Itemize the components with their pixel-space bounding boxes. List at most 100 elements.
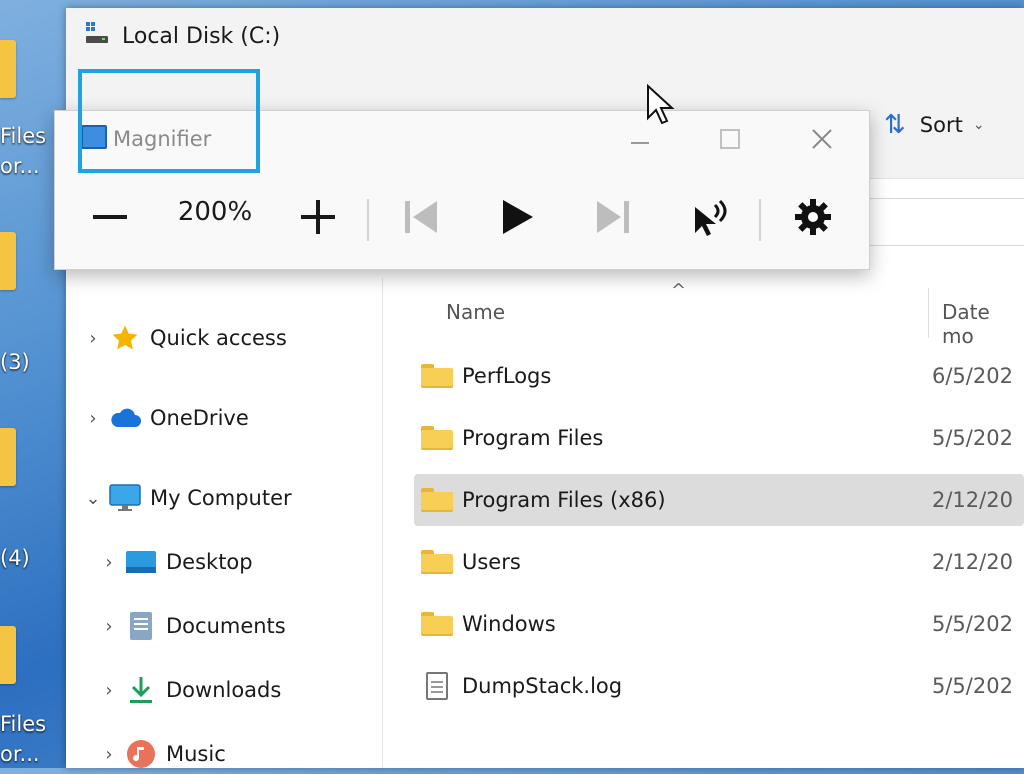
nav-label: Documents xyxy=(166,614,286,638)
file-name: PerfLogs xyxy=(462,364,552,388)
previous-paragraph-button[interactable] xyxy=(395,189,447,245)
cloud-icon xyxy=(108,403,142,433)
highlight-box xyxy=(78,69,260,173)
chevron-right-icon[interactable]: › xyxy=(78,408,108,429)
desktop-icon-1[interactable] xyxy=(0,40,16,98)
file-name: Program Files xyxy=(462,426,604,450)
desktop-icon-label: (4) xyxy=(0,546,30,570)
chevron-right-icon[interactable]: › xyxy=(94,616,124,637)
mouse-cursor-icon xyxy=(647,84,675,125)
file-date: 2/12/20 xyxy=(932,488,1013,512)
download-icon xyxy=(124,675,158,705)
nav-label: Music xyxy=(166,742,226,766)
file-name: Windows xyxy=(462,612,556,636)
nav-label: Desktop xyxy=(166,550,253,574)
maximize-icon xyxy=(720,129,740,149)
nav-label: Downloads xyxy=(166,678,282,702)
navigation-pane: › Quick access › OneDrive ⌄ My Computer … xyxy=(66,278,383,768)
desktop-icon xyxy=(124,547,158,577)
file-row[interactable]: Windows 5/5/202 xyxy=(414,598,1024,650)
play-button[interactable] xyxy=(491,189,543,245)
file-name: Program Files (x86) xyxy=(462,488,666,512)
file-row[interactable]: DumpStack.log 5/5/202 xyxy=(414,660,1024,712)
chevron-down-icon[interactable]: ⌄ xyxy=(78,488,108,509)
read-from-here-button[interactable] xyxy=(685,189,737,245)
folder-icon xyxy=(420,486,454,514)
play-icon xyxy=(503,200,533,234)
sort-ascending-icon: ^ xyxy=(671,280,687,301)
desktop-icon-label: or... xyxy=(0,742,40,766)
sort-button[interactable]: ⇅ Sort ⌄ xyxy=(884,108,985,142)
desktop-icon-4[interactable] xyxy=(0,626,16,684)
desktop-icon-label: or... xyxy=(0,154,40,178)
desktop-icon-3[interactable] xyxy=(0,428,16,486)
gear-icon xyxy=(795,199,831,235)
file-date: 5/5/202 xyxy=(932,612,1013,636)
text-file-icon xyxy=(420,672,454,700)
toolbar-separator xyxy=(759,199,761,241)
zoom-level: 200% xyxy=(177,197,253,227)
nav-label: OneDrive xyxy=(150,406,249,430)
file-row[interactable]: Users 2/12/20 xyxy=(414,536,1024,588)
file-date: 5/5/202 xyxy=(932,426,1013,450)
close-icon xyxy=(812,129,832,149)
star-icon xyxy=(108,323,142,353)
column-divider[interactable] xyxy=(928,288,929,338)
nav-item-my-computer[interactable]: ⌄ My Computer xyxy=(78,478,292,518)
skip-back-icon xyxy=(405,201,437,233)
close-button[interactable] xyxy=(799,123,845,155)
nav-label: Quick access xyxy=(150,326,287,350)
search-box[interactable] xyxy=(868,198,1024,246)
chevron-right-icon[interactable]: › xyxy=(94,552,124,573)
zoom-in-button[interactable] xyxy=(293,189,343,245)
desktop-icon-2[interactable] xyxy=(0,232,16,290)
documents-icon xyxy=(124,611,158,641)
read-from-here-icon xyxy=(695,199,727,236)
nav-item-desktop[interactable]: › Desktop xyxy=(94,542,253,582)
file-name: Users xyxy=(462,550,521,574)
nav-item-documents[interactable]: › Documents xyxy=(94,606,286,646)
file-date: 6/5/202 xyxy=(932,364,1013,388)
file-row[interactable]: Program Files 5/5/202 xyxy=(414,412,1024,464)
desktop-icon-label: (3) xyxy=(0,350,30,374)
column-header-name[interactable]: Name xyxy=(446,300,505,350)
sort-arrows-icon: ⇅ xyxy=(884,110,906,140)
window-title: Local Disk (C:) xyxy=(122,24,281,49)
folder-icon xyxy=(420,424,454,452)
nav-item-downloads[interactable]: › Downloads xyxy=(94,670,281,710)
plus-icon xyxy=(301,200,335,234)
minimize-button[interactable] xyxy=(617,123,663,155)
nav-item-music[interactable]: › Music xyxy=(94,734,226,774)
zoom-out-button[interactable] xyxy=(85,189,135,245)
file-row-selected[interactable]: Program Files (x86) 2/12/20 xyxy=(414,474,1024,526)
chevron-down-icon: ⌄ xyxy=(972,117,985,133)
chevron-right-icon[interactable]: › xyxy=(78,328,108,349)
settings-button[interactable] xyxy=(787,189,839,245)
drive-icon xyxy=(86,22,108,43)
chevron-right-icon[interactable]: › xyxy=(94,680,124,701)
file-date: 5/5/202 xyxy=(932,674,1013,698)
maximize-button[interactable] xyxy=(707,123,753,155)
chevron-right-icon[interactable]: › xyxy=(94,744,124,765)
file-name: DumpStack.log xyxy=(462,674,623,698)
monitor-icon xyxy=(108,483,142,513)
folder-icon xyxy=(420,548,454,576)
file-date: 2/12/20 xyxy=(932,550,1013,574)
nav-item-onedrive[interactable]: › OneDrive xyxy=(78,398,249,438)
desktop-icon-label: Files xyxy=(0,712,47,736)
column-header-date[interactable]: Date mo xyxy=(942,300,1024,350)
skip-forward-icon xyxy=(597,201,629,233)
folder-icon xyxy=(420,362,454,390)
sort-label: Sort xyxy=(919,113,963,137)
minimize-icon xyxy=(631,142,649,144)
next-paragraph-button[interactable] xyxy=(587,189,639,245)
nav-label: My Computer xyxy=(150,486,292,510)
explorer-titlebar[interactable]: Local Disk (C:) xyxy=(66,8,1024,68)
desktop-icon-label: Files xyxy=(0,124,47,148)
toolbar-separator xyxy=(367,199,369,241)
file-row[interactable]: PerfLogs 6/5/202 xyxy=(414,350,1024,402)
minus-icon xyxy=(93,215,127,219)
nav-item-quick-access[interactable]: › Quick access xyxy=(78,318,287,358)
music-icon xyxy=(124,739,158,769)
folder-icon xyxy=(420,610,454,638)
